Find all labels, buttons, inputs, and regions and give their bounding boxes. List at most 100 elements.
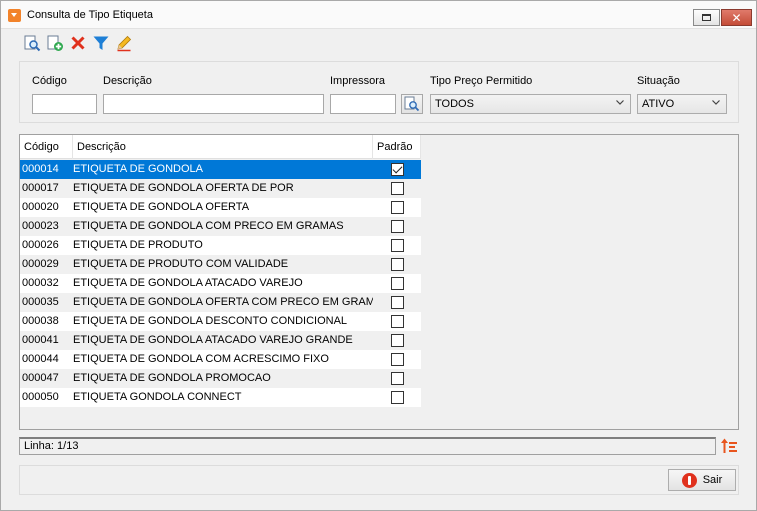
tipo-preco-label: Tipo Preço Permitido bbox=[430, 75, 533, 87]
padrao-checkbox[interactable] bbox=[390, 277, 404, 290]
cell-padrao bbox=[373, 217, 421, 236]
table-row[interactable]: 000047 ETIQUETA DE GONDOLA PROMOCAO bbox=[20, 369, 421, 388]
padrao-checkbox[interactable] bbox=[390, 258, 404, 271]
impressora-search-button[interactable] bbox=[401, 94, 423, 114]
restore-button[interactable] bbox=[693, 9, 720, 26]
exit-power-icon bbox=[681, 472, 697, 488]
cell-descricao: ETIQUETA DE PRODUTO bbox=[73, 239, 203, 251]
situacao-value: ATIVO bbox=[642, 98, 675, 110]
cell-descricao: ETIQUETA DE GONDOLA COM PRECO EM GRAMAS bbox=[73, 220, 344, 232]
tipo-preco-value: TODOS bbox=[435, 98, 474, 110]
table-row[interactable]: 000023 ETIQUETA DE GONDOLA COM PRECO EM G… bbox=[20, 217, 421, 236]
results-grid: Código Descrição Padrão 000014 ETIQUETA D… bbox=[19, 134, 739, 430]
cell-padrao bbox=[373, 274, 421, 293]
cell-codigo: 000026 bbox=[22, 239, 59, 251]
padrao-checkbox[interactable] bbox=[390, 372, 404, 385]
window-title: Consulta de Tipo Etiqueta bbox=[27, 9, 153, 21]
situacao-label: Situação bbox=[637, 75, 680, 87]
cell-descricao: ETIQUETA DE PRODUTO COM VALIDADE bbox=[73, 258, 289, 270]
status-line: Linha: 1/13 bbox=[19, 437, 716, 455]
table-row[interactable]: 000020 ETIQUETA DE GONDOLA OFERTA bbox=[20, 198, 421, 217]
edit-pencil-icon[interactable] bbox=[115, 34, 133, 52]
close-icon: ✕ bbox=[731, 10, 742, 25]
cell-padrao bbox=[373, 179, 421, 198]
app-menu-icon[interactable] bbox=[8, 9, 21, 22]
restore-icon bbox=[702, 14, 711, 21]
column-header-descricao[interactable]: Descrição bbox=[73, 135, 373, 159]
cell-codigo: 000044 bbox=[22, 353, 59, 365]
cell-descricao: ETIQUETA DE GONDOLA bbox=[73, 163, 203, 175]
cell-descricao: ETIQUETA DE GONDOLA OFERTA COM PRECO EM … bbox=[73, 296, 373, 308]
descricao-label: Descrição bbox=[103, 75, 152, 87]
cell-padrao bbox=[373, 293, 421, 312]
column-header-padrao[interactable]: Padrão bbox=[373, 135, 421, 159]
cell-codigo: 000038 bbox=[22, 315, 59, 327]
filter-funnel-icon[interactable] bbox=[92, 34, 110, 52]
main-window: Consulta de Tipo Etiqueta ✕ Código Descr… bbox=[0, 0, 757, 511]
sair-label: Sair bbox=[702, 474, 723, 486]
search-document-icon[interactable] bbox=[23, 34, 41, 52]
cell-descricao: ETIQUETA DE GONDOLA ATACADO VAREJO bbox=[73, 277, 303, 289]
column-header-codigo[interactable]: Código bbox=[20, 135, 73, 159]
cell-codigo: 000014 bbox=[22, 163, 59, 175]
padrao-checkbox[interactable] bbox=[390, 334, 404, 347]
padrao-checkbox[interactable] bbox=[390, 239, 404, 252]
situacao-select[interactable]: ATIVO bbox=[637, 94, 727, 114]
cell-descricao: ETIQUETA DE GONDOLA COM ACRESCIMO FIXO bbox=[73, 353, 329, 365]
filter-panel: Código Descrição Impressora Tipo Preço P… bbox=[19, 61, 739, 123]
cell-codigo: 000017 bbox=[22, 182, 59, 194]
add-document-icon[interactable] bbox=[46, 34, 64, 52]
table-row[interactable]: 000050 ETIQUETA GONDOLA CONNECT bbox=[20, 388, 421, 407]
padrao-checkbox[interactable] bbox=[390, 201, 404, 214]
table-row[interactable]: 000029 ETIQUETA DE PRODUTO COM VALIDADE bbox=[20, 255, 421, 274]
table-row[interactable]: 000026 ETIQUETA DE PRODUTO bbox=[20, 236, 421, 255]
sair-button[interactable]: Sair bbox=[668, 469, 736, 491]
table-row[interactable]: 000035 ETIQUETA DE GONDOLA OFERTA COM PRE… bbox=[20, 293, 421, 312]
chevron-down-icon bbox=[616, 100, 624, 105]
cell-descricao: ETIQUETA DE GONDOLA PROMOCAO bbox=[73, 372, 271, 384]
table-row[interactable]: 000014 ETIQUETA DE GONDOLA bbox=[20, 160, 421, 179]
chevron-down-icon bbox=[712, 100, 720, 105]
grid-rows: 000014 ETIQUETA DE GONDOLA 000017 ETIQUETA … bbox=[20, 160, 421, 407]
cell-padrao bbox=[373, 369, 421, 388]
cell-descricao: ETIQUETA DE GONDOLA DESCONTO CONDICIONAL bbox=[73, 315, 348, 327]
padrao-checkbox[interactable] bbox=[390, 182, 404, 195]
padrao-checkbox[interactable] bbox=[390, 391, 404, 404]
delete-x-icon[interactable] bbox=[69, 34, 87, 52]
tipo-preco-select[interactable]: TODOS bbox=[430, 94, 631, 114]
table-row[interactable]: 000044 ETIQUETA DE GONDOLA COM ACRESCIMO … bbox=[20, 350, 421, 369]
table-row[interactable]: 000017 ETIQUETA DE GONDOLA OFERTA DE POR bbox=[20, 179, 421, 198]
impressora-label: Impressora bbox=[330, 75, 386, 87]
footer-panel bbox=[19, 465, 739, 495]
cell-padrao bbox=[373, 198, 421, 217]
cell-padrao bbox=[373, 331, 421, 350]
padrao-checkbox[interactable] bbox=[390, 220, 404, 233]
cell-padrao bbox=[373, 350, 421, 369]
padrao-checkbox[interactable] bbox=[390, 315, 404, 328]
impressora-input[interactable] bbox=[330, 94, 396, 114]
cell-descricao: ETIQUETA GONDOLA CONNECT bbox=[73, 391, 242, 403]
table-row[interactable]: 000032 ETIQUETA DE GONDOLA ATACADO VAREJO bbox=[20, 274, 421, 293]
cell-descricao: ETIQUETA DE GONDOLA OFERTA DE POR bbox=[73, 182, 294, 194]
cell-padrao bbox=[373, 312, 421, 331]
cell-codigo: 000020 bbox=[22, 201, 59, 213]
cell-padrao bbox=[373, 236, 421, 255]
codigo-input[interactable] bbox=[32, 94, 97, 114]
cell-codigo: 000050 bbox=[22, 391, 59, 403]
padrao-checkbox[interactable] bbox=[390, 296, 404, 309]
grid-header: Código Descrição Padrão bbox=[20, 135, 421, 159]
search-icon bbox=[404, 96, 420, 112]
sort-order-icon[interactable] bbox=[720, 437, 738, 455]
toolbar bbox=[23, 34, 133, 52]
cell-codigo: 000041 bbox=[22, 334, 59, 346]
cell-padrao bbox=[373, 255, 421, 274]
cell-padrao bbox=[373, 388, 421, 407]
table-row[interactable]: 000041 ETIQUETA DE GONDOLA ATACADO VAREJO… bbox=[20, 331, 421, 350]
title-bar: Consulta de Tipo Etiqueta ✕ bbox=[1, 1, 756, 29]
descricao-input[interactable] bbox=[103, 94, 324, 114]
cell-descricao: ETIQUETA DE GONDOLA ATACADO VAREJO GRAND… bbox=[73, 334, 353, 346]
table-row[interactable]: 000038 ETIQUETA DE GONDOLA DESCONTO CONDI… bbox=[20, 312, 421, 331]
padrao-checkbox[interactable] bbox=[390, 163, 404, 176]
padrao-checkbox[interactable] bbox=[390, 353, 404, 366]
close-button[interactable]: ✕ bbox=[721, 9, 752, 26]
